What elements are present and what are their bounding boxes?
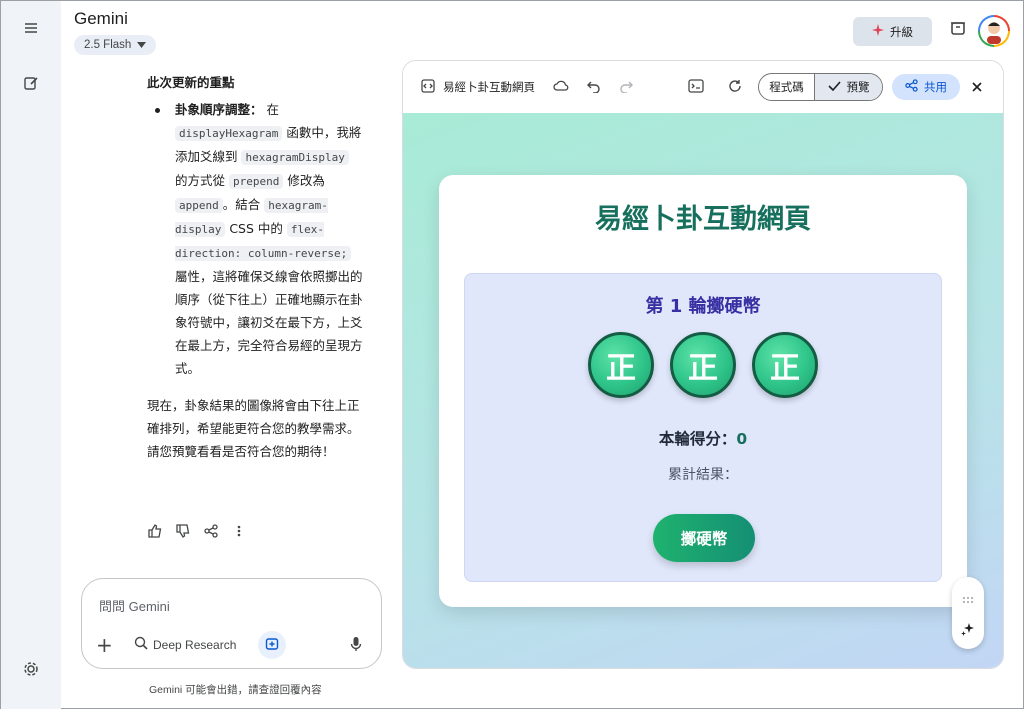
text-span: 在 <box>262 102 279 117</box>
tab-preview[interactable]: 預覽 <box>815 74 882 100</box>
microphone-icon[interactable] <box>350 636 362 656</box>
code-file-icon <box>421 78 435 97</box>
coin: 正 <box>670 332 736 398</box>
prompt-composer: 問問 Gemini + Deep Research <box>81 578 382 669</box>
inline-code: prepend <box>228 174 284 189</box>
toss-coin-button[interactable]: 擲硬幣 <box>653 514 755 562</box>
sparkle-icon <box>872 24 884 39</box>
thumbs-down-icon[interactable] <box>175 523 191 539</box>
menu-icon[interactable] <box>19 16 43 40</box>
share-label: 共用 <box>924 80 947 94</box>
close-icon[interactable] <box>971 78 983 97</box>
undo-icon[interactable] <box>587 78 601 97</box>
inline-code: append <box>175 198 223 213</box>
more-options-icon[interactable] <box>231 523 247 539</box>
deep-research-button[interactable]: Deep Research <box>134 636 236 653</box>
text-span: 屬性，這將確保爻線會依照擲出的順序（從下往上）正確地顯示在卦象符號中，讓初爻在最… <box>175 269 363 376</box>
console-icon[interactable] <box>688 78 704 97</box>
coin: 正 <box>752 332 818 398</box>
score-label: 本輪得分： <box>658 430 737 448</box>
coin: 正 <box>588 332 654 398</box>
thumbs-up-icon[interactable] <box>147 523 163 539</box>
round-score: 本輪得分：0 <box>465 427 941 449</box>
score-value: 0 <box>736 430 748 448</box>
app-title: Gemini <box>74 9 128 28</box>
preview-stage: 易經卜卦互動網頁 第 1 輪擲硬幣 正 正 正 本輪得分：0 累計結果： 擲硬幣 <box>403 113 1003 668</box>
text-span: 。結合 <box>222 197 265 212</box>
response-actions <box>147 523 247 539</box>
redo-icon[interactable] <box>619 78 633 97</box>
new-chat-icon[interactable] <box>19 71 43 95</box>
app-card: 易經卜卦互動網頁 第 1 輪擲硬幣 正 正 正 本輪得分：0 累計結果： 擲硬幣 <box>439 175 967 607</box>
check-icon <box>827 80 841 94</box>
canvas-tool-button[interactable] <box>258 631 286 659</box>
chat-response: 此次更新的重點 卦象順序調整： 在 displayHexagram 函數中，我將… <box>147 71 363 463</box>
inline-code: displayHexagram <box>175 126 283 141</box>
ai-edit-sparkle-icon[interactable] <box>960 621 976 641</box>
upgrade-button[interactable]: 升級 <box>853 17 932 46</box>
upgrade-label: 升級 <box>890 24 913 39</box>
canvas-title: 易經卜卦互動網頁 <box>443 80 535 94</box>
cumulative-result: 累計結果： <box>668 467 738 483</box>
share-icon[interactable] <box>203 523 219 539</box>
text-span: 修改為 <box>283 173 325 188</box>
disclaimer-text: Gemini 可能會出錯，請查證回覆內容 <box>149 684 322 696</box>
change-list: 卦象順序調整： 在 displayHexagram 函數中，我將添加爻線到 he… <box>147 98 363 380</box>
caret-down-icon <box>137 39 147 51</box>
archive-icon[interactable] <box>949 19 967 41</box>
floating-tools <box>952 577 984 649</box>
view-toggle: 程式碼 預覽 <box>758 73 883 101</box>
app-title-heading: 易經卜卦互動網頁 <box>595 204 811 235</box>
canvas-toolbar: 易經卜卦互動網頁 程式碼 預覽 共用 <box>403 61 1003 113</box>
deep-research-label: Deep Research <box>153 637 237 652</box>
model-selector[interactable]: 2.5 Flash <box>74 35 157 55</box>
settings-icon[interactable] <box>19 657 43 681</box>
deep-research-icon <box>134 636 148 653</box>
refresh-icon[interactable] <box>728 78 742 97</box>
round-title: 第 1 輪擲硬幣 <box>645 296 761 317</box>
account-avatar[interactable] <box>978 15 1010 47</box>
drag-handle-icon[interactable] <box>962 589 974 608</box>
side-rail <box>1 1 61 709</box>
model-label: 2.5 Flash <box>84 39 132 51</box>
canvas-panel: 易經卜卦互動網頁 程式碼 預覽 共用 易經卜卦互動網頁 第 1 輪擲硬幣 正 正… <box>402 60 1004 669</box>
tab-code[interactable]: 程式碼 <box>759 74 815 100</box>
toss-panel: 第 1 輪擲硬幣 正 正 正 本輪得分：0 累計結果： 擲硬幣 <box>464 273 942 582</box>
coin-row: 正 正 正 <box>465 332 941 398</box>
cloud-save-icon[interactable] <box>553 78 569 97</box>
response-heading: 此次更新的重點 <box>147 75 235 90</box>
inline-code: hexagramDisplay <box>241 150 349 165</box>
prompt-input[interactable]: 問問 Gemini <box>99 596 170 615</box>
preview-label: 預覽 <box>846 80 870 94</box>
share-nodes-icon <box>905 79 918 95</box>
text-span: CSS 中的 <box>225 221 287 236</box>
add-icon[interactable]: + <box>96 635 113 655</box>
share-button[interactable]: 共用 <box>892 74 960 100</box>
canvas-icon <box>265 636 279 655</box>
text-span: 的方式從 <box>175 173 229 188</box>
bullet-lead: 卦象順序調整： <box>175 102 263 117</box>
closing-paragraph: 現在，卦象結果的圖像將會由下往上正確排列，希望能更符合您的教學需求。請您預覽看看… <box>147 398 360 459</box>
list-item: 卦象順序調整： 在 displayHexagram 函數中，我將添加爻線到 he… <box>155 98 363 380</box>
